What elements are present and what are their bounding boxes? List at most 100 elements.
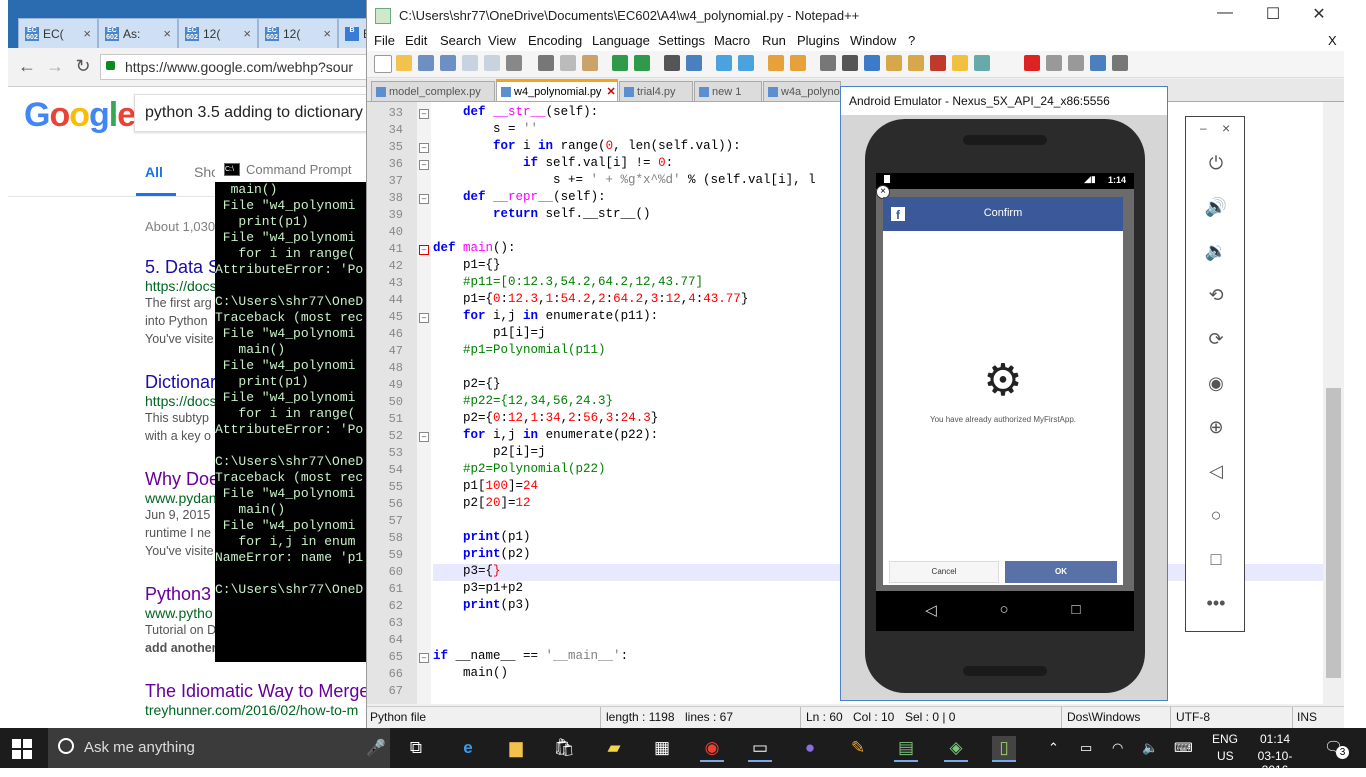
stop-macro-icon[interactable] xyxy=(1046,55,1062,71)
minimize-button[interactable]: — xyxy=(1205,4,1245,22)
udl-icon[interactable] xyxy=(886,55,902,71)
save-icon[interactable] xyxy=(418,55,434,71)
zoom-in-icon[interactable] xyxy=(716,55,732,71)
github-icon[interactable]: ● xyxy=(798,736,822,760)
npp-titlebar[interactable]: C:\Users\shr77\OneDrive\Documents\EC602\… xyxy=(367,0,1344,31)
wifi-icon[interactable]: ◠ xyxy=(1112,740,1123,756)
doc-tab[interactable]: model_complex.py xyxy=(371,81,495,101)
reload-icon[interactable]: ↻ xyxy=(72,56,94,77)
vertical-scrollbar[interactable] xyxy=(1323,102,1344,704)
chrome-tab[interactable]: EC 602 12(× xyxy=(258,18,338,48)
maximize-button[interactable]: ☐ xyxy=(1253,4,1293,24)
menu-window[interactable]: Window xyxy=(850,33,896,48)
back-icon[interactable]: ◁ xyxy=(921,601,941,619)
google-logo[interactable]: Google xyxy=(24,96,136,135)
panel-close-button[interactable]: × xyxy=(1222,120,1230,136)
find-icon[interactable] xyxy=(664,55,680,71)
print-icon[interactable] xyxy=(506,55,522,71)
menu-view[interactable]: View xyxy=(488,33,516,48)
doc-tab[interactable]: w4a_polyno xyxy=(763,81,841,101)
result-title[interactable]: 5. Data S xyxy=(145,257,220,278)
menu-settings[interactable]: Settings xyxy=(658,33,705,48)
tab-close-icon[interactable]: × xyxy=(243,26,251,41)
edge-icon[interactable]: e xyxy=(456,736,480,760)
rotate-right-icon[interactable]: ⟳ xyxy=(1204,327,1228,351)
chrome-tab[interactable]: EC 602 12(× xyxy=(178,18,258,48)
replace-icon[interactable] xyxy=(686,55,702,71)
folder-workspace-icon[interactable] xyxy=(952,55,968,71)
redo-icon[interactable] xyxy=(634,55,650,71)
volume-up-icon[interactable]: 🔊 xyxy=(1204,195,1228,219)
rotate-left-icon[interactable]: ⟲ xyxy=(1204,283,1228,307)
result-title[interactable]: Dictionar xyxy=(145,372,216,393)
zoom-icon[interactable]: ⊕ xyxy=(1204,415,1228,439)
sticky-notes-icon[interactable]: ▰ xyxy=(602,736,626,760)
cmd-titlebar[interactable]: C:\ Command Prompt xyxy=(215,156,370,182)
tab-close-icon[interactable]: ✕ xyxy=(606,85,615,98)
doc-map-icon[interactable] xyxy=(908,55,924,71)
tab-close-icon[interactable]: × xyxy=(83,26,91,41)
tab-close-icon[interactable]: × xyxy=(323,26,331,41)
more-options-icon[interactable]: ••• xyxy=(1204,591,1228,615)
fold-toggle-icon[interactable]: – xyxy=(419,109,429,119)
google-search-input[interactable]: python 3.5 adding to dictionary xyxy=(134,94,368,132)
menu-search[interactable]: Search xyxy=(440,33,481,48)
new-file-icon[interactable] xyxy=(374,55,392,73)
result-title[interactable]: Why Doe xyxy=(145,469,219,490)
sync-vertical-icon[interactable] xyxy=(768,55,784,71)
screenshot-camera-icon[interactable]: ◉ xyxy=(1204,371,1228,395)
tab-close-icon[interactable]: × xyxy=(163,26,171,41)
phone-screen[interactable]: ◢▮ 1:14 × f Confirm ⚙ You have already a… xyxy=(876,173,1134,631)
clock-date[interactable]: 03-10-2016 xyxy=(1248,749,1302,777)
battery-charging-icon[interactable]: ▭ xyxy=(1080,740,1092,756)
close-file-icon[interactable] xyxy=(462,55,478,71)
menu-edit[interactable]: Edit xyxy=(405,33,427,48)
overview-icon[interactable]: □ xyxy=(1204,547,1228,571)
result-title[interactable]: The Idiomatic Way to Merge xyxy=(145,681,368,702)
indent-guide-icon[interactable] xyxy=(864,55,880,71)
microphone-icon[interactable]: 🎤 xyxy=(366,738,386,758)
function-list-icon[interactable] xyxy=(930,55,946,71)
tab-all[interactable]: All xyxy=(145,164,163,180)
fold-toggle-icon[interactable]: – xyxy=(419,194,429,204)
menu-close-document[interactable]: X xyxy=(1328,33,1337,48)
back-icon[interactable]: ◁ xyxy=(1204,459,1228,483)
chrome-tab[interactable]: EC 602 EC(× xyxy=(18,18,98,48)
save-macro-icon[interactable] xyxy=(1112,55,1128,71)
doc-tab[interactable]: trial4.py xyxy=(619,81,693,101)
windows-start-icon[interactable] xyxy=(12,739,32,759)
home-icon[interactable]: ○ xyxy=(1204,503,1228,527)
doc-tab-active[interactable]: w4_polynomial.py ✕ xyxy=(496,79,618,101)
close-all-icon[interactable] xyxy=(484,55,500,71)
file-explorer-icon[interactable]: ▆ xyxy=(504,736,528,760)
address-bar[interactable]: https://www.google.com/webhp?sour xyxy=(100,54,368,80)
home-icon[interactable]: ○ xyxy=(994,601,1014,618)
play-macro-icon[interactable] xyxy=(1068,55,1084,71)
menu-language[interactable]: Language xyxy=(592,33,650,48)
ok-button[interactable]: OK xyxy=(1005,561,1117,583)
save-all-icon[interactable] xyxy=(440,55,456,71)
input-region[interactable]: US xyxy=(1217,749,1234,763)
paste-icon[interactable] xyxy=(582,55,598,71)
menu-file[interactable]: File xyxy=(374,33,395,48)
result-title[interactable]: Python3 xyxy=(145,584,211,605)
emulator-titlebar[interactable]: Android Emulator - Nexus_5X_API_24_x86:5… xyxy=(841,87,1167,115)
menu-help[interactable]: ? xyxy=(908,33,915,48)
notepadpp-taskbar-icon[interactable]: ▤ xyxy=(894,736,918,762)
record-macro-icon[interactable] xyxy=(1024,55,1040,71)
show-hidden-icons-chevron-icon[interactable]: ⌃ xyxy=(1048,740,1059,756)
sync-horizontal-icon[interactable] xyxy=(790,55,806,71)
menu-run[interactable]: Run xyxy=(762,33,786,48)
undo-icon[interactable] xyxy=(612,55,628,71)
fold-toggle-icon[interactable]: – xyxy=(419,313,429,323)
back-arrow-icon[interactable]: ← xyxy=(16,56,38,77)
chrome-tab[interactable]: EC 602 As: × xyxy=(98,18,178,48)
calculator-icon[interactable]: ▦ xyxy=(650,736,674,760)
touch-keyboard-icon[interactable]: ⌨ xyxy=(1174,740,1193,756)
scrollbar-thumb[interactable] xyxy=(1326,388,1341,678)
cancel-button[interactable]: Cancel xyxy=(889,561,999,583)
menu-encoding[interactable]: Encoding xyxy=(528,33,582,48)
chrome-tab[interactable]: BE xyxy=(338,18,368,48)
chrome-taskbar-icon[interactable]: ◉ xyxy=(700,736,724,762)
fold-toggle-icon[interactable]: – xyxy=(419,432,429,442)
